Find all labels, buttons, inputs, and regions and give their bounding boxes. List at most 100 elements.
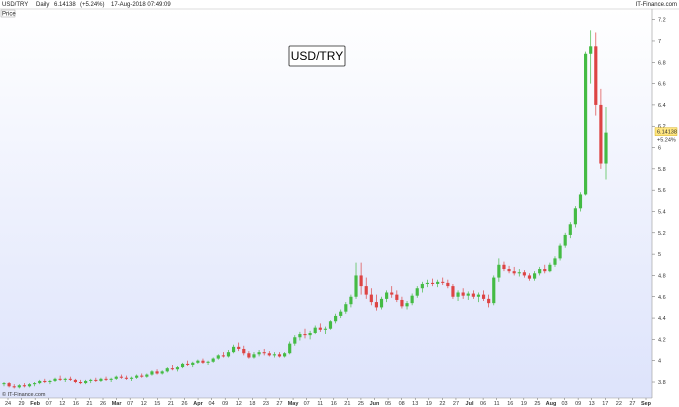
- candle-down: [441, 281, 445, 283]
- x-tick-label: 25: [534, 401, 540, 407]
- candle-up: [226, 352, 231, 357]
- candle-up: [2, 383, 6, 385]
- y-axis: 3.844.24.44.64.855.25.45.65.866.26.46.66…: [652, 18, 666, 386]
- candle-up: [604, 132, 608, 164]
- candle-down: [155, 371, 159, 374]
- candle-down: [78, 382, 83, 384]
- candle-down: [430, 282, 435, 284]
- candle-up: [216, 355, 220, 359]
- x-tick-label: 09: [222, 401, 228, 407]
- x-tick-label: 11: [317, 401, 323, 407]
- x-tick-label: 25: [358, 401, 364, 407]
- candle-up: [466, 293, 470, 296]
- candle-down: [277, 354, 282, 357]
- header-brand: IT-Finance.com: [636, 2, 677, 8]
- x-tick-label: 04: [209, 401, 215, 407]
- candle-down: [502, 264, 506, 270]
- candle-down: [527, 275, 532, 279]
- candle-up: [48, 380, 52, 383]
- candle-up: [272, 354, 276, 356]
- candle-up: [385, 292, 389, 299]
- x-tick-label: 29: [19, 401, 25, 407]
- candle-up: [114, 376, 118, 379]
- candle-up: [563, 234, 567, 246]
- candle-up: [415, 288, 419, 296]
- candle-down: [522, 272, 526, 276]
- y-tick-label: 4.2: [658, 337, 666, 343]
- candle-up: [568, 224, 572, 235]
- x-tick-label: 03: [561, 401, 567, 407]
- x-tick-label: 16: [73, 401, 79, 407]
- candle-down: [237, 346, 241, 349]
- candle-up: [38, 380, 42, 384]
- candle-up: [379, 298, 384, 308]
- candle-up: [420, 283, 424, 289]
- candle-up: [497, 264, 501, 278]
- y-tick-label: 6.8: [658, 60, 666, 66]
- x-tick-label: 12: [141, 401, 147, 407]
- candle-up: [573, 208, 577, 225]
- y-tick-label: 4.4: [658, 316, 666, 322]
- x-tick-label: 27: [276, 401, 282, 407]
- plot-area[interactable]: [0, 9, 652, 398]
- candle-up: [293, 337, 297, 344]
- candle-down: [507, 269, 511, 272]
- x-tick-label: Jun: [370, 401, 380, 407]
- last-change-value: +5.24%: [657, 138, 676, 144]
- x-tick-label: Apr: [193, 401, 203, 407]
- candle-up: [313, 327, 317, 333]
- x-tick-label: 24: [5, 401, 11, 407]
- last-price-value: 6.14138: [657, 130, 677, 136]
- candle-up: [231, 346, 236, 353]
- candle-down: [22, 385, 26, 387]
- candle-down: [451, 286, 455, 297]
- candle-up: [33, 383, 37, 385]
- candle-up: [252, 354, 256, 358]
- candle-down: [395, 294, 399, 300]
- candle-up: [517, 272, 521, 274]
- x-axis: 24 29 Feb 07 12 16 21 26 Mar 07 12 15 21 26 Apr 04 09 12 1…: [5, 398, 652, 407]
- candle-up: [135, 375, 139, 378]
- x-tick-label: 19: [521, 401, 527, 407]
- candle-down: [43, 380, 47, 383]
- y-tick-label: 5.8: [658, 167, 666, 173]
- candle-down: [374, 302, 379, 308]
- candle-down: [170, 368, 174, 370]
- candle-up: [425, 282, 430, 284]
- candle-up: [283, 353, 287, 357]
- candle-up: [308, 332, 312, 336]
- candle-down: [104, 378, 108, 380]
- x-tick-label: Jul: [466, 401, 474, 407]
- candle-down: [242, 348, 246, 354]
- candle-down: [140, 375, 144, 377]
- candle-down: [390, 292, 394, 295]
- x-tick-label: 12: [59, 401, 65, 407]
- x-tick-label: 07: [127, 401, 133, 407]
- y-tick-label: 6.4: [658, 103, 666, 109]
- header-datetime: 17-Aug-2018 07:49:09: [111, 2, 171, 8]
- x-tick-label: 07: [46, 401, 52, 407]
- y-tick-label: 5.6: [658, 188, 666, 194]
- x-tick-label: 27: [453, 401, 459, 407]
- x-tick-label: 17: [602, 401, 608, 407]
- candle-up: [160, 371, 164, 374]
- x-tick-label: 21: [86, 401, 92, 407]
- header-change: (+5.24%): [80, 2, 105, 8]
- x-tick-label: 13: [589, 401, 595, 407]
- x-tick-label: 08: [399, 401, 405, 407]
- candle-up: [150, 371, 154, 375]
- watermark: © IT-Finance.com: [2, 391, 46, 398]
- candle-up: [288, 343, 292, 354]
- candle-up: [456, 292, 460, 297]
- candle-down: [221, 355, 225, 357]
- x-tick-label: 16: [507, 401, 513, 407]
- candle-up: [17, 385, 21, 388]
- candle-up: [553, 258, 557, 265]
- x-tick-label: 13: [412, 401, 418, 407]
- x-tick-label: Sep: [641, 401, 652, 407]
- chart-title: USD/TRY: [291, 49, 343, 63]
- x-tick-label: 15: [154, 401, 160, 407]
- candle-down: [594, 46, 598, 105]
- x-tick-label: 07: [304, 401, 310, 407]
- candle-down: [186, 363, 190, 365]
